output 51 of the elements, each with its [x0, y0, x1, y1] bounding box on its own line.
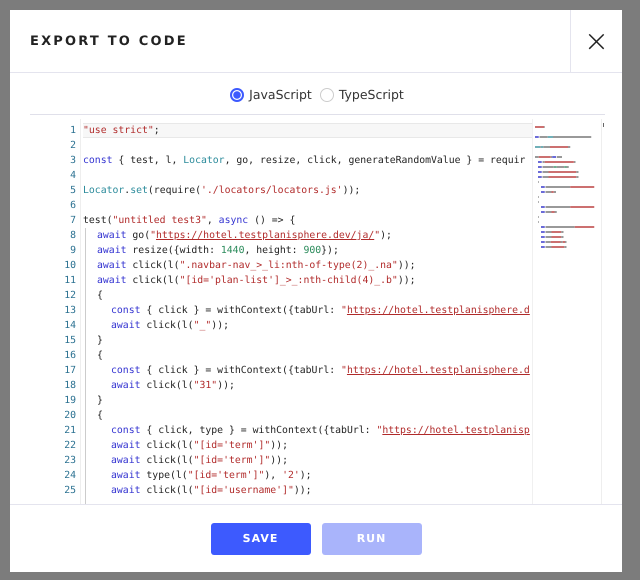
line-number: 14: [64, 319, 77, 333]
action-button[interactable]: SAVE: [210, 522, 310, 554]
line-number: 9: [70, 244, 77, 258]
line-number: 12: [64, 289, 77, 303]
line-number: 16: [64, 349, 77, 363]
line-number: 23: [64, 454, 77, 468]
code-line: await type(l("[id='term']"), '2');: [111, 469, 312, 483]
code-line: const { click } = withContext({tabUrl: "https://hotel.testplanisphere.d: [111, 304, 530, 318]
line-number: 5: [70, 184, 77, 198]
line-number: 10: [64, 259, 77, 273]
line-number: 24: [64, 469, 77, 483]
code-line: {: [97, 409, 103, 423]
line-number: 19: [64, 394, 77, 408]
code-line: await click(l("[id='username']"));: [111, 484, 312, 498]
code-line: {: [97, 289, 103, 303]
line-number: 17: [64, 364, 77, 378]
code-line: await resize({width: 1440, height: 900});: [97, 244, 339, 258]
language-radio[interactable]: JavaScript: [230, 87, 312, 102]
code-line: const { click } = withContext({tabUrl: "https://hotel.testplanisphere.d: [111, 364, 530, 378]
code-line: await click(l("[id='term']"));: [111, 439, 288, 453]
line-number: 20: [64, 409, 77, 423]
code-line: test("untitled test3", async () => {: [83, 214, 296, 228]
line-number: 1: [70, 124, 77, 138]
line-number: 2: [70, 139, 77, 153]
line-number: 22: [64, 439, 77, 453]
line-number: 13: [64, 304, 77, 318]
code-line: }: [97, 394, 103, 408]
line-number: 15: [64, 334, 77, 348]
language-radio[interactable]: TypeScript: [320, 87, 404, 102]
line-number: 4: [70, 169, 77, 183]
line-number: 21: [64, 424, 77, 438]
code-line: await click(l(".navbar-nav_>_li:nth-of-type(2)_.na"));: [97, 259, 416, 273]
line-number: 3: [70, 154, 77, 168]
line-number: 6: [70, 199, 77, 213]
code-line: await click(l("31"));: [111, 379, 235, 393]
code-line: await go("https://hotel.testplanisphere.dev/ja/");: [97, 229, 392, 243]
dialog-title: EXPORT TO CODE: [30, 34, 188, 48]
code-line: }: [97, 334, 103, 348]
line-number: 8: [70, 229, 77, 243]
code-line: Locator.set(require('./locators/locators.js'));: [83, 184, 360, 198]
line-number: 18: [64, 379, 77, 393]
code-line: "use strict";: [83, 124, 160, 137]
code-line: {: [97, 349, 103, 363]
line-number: 11: [64, 274, 77, 288]
code-line: await click(l("[id='plan-list']_>_:nth-child(4)_.b"));: [97, 274, 416, 288]
line-number: 7: [70, 214, 77, 228]
code-line: await click(l("[id='term']"));: [111, 454, 288, 468]
code-line: await click(l("_"));: [111, 319, 229, 333]
line-number: 25: [64, 484, 77, 498]
code-line: const { click, type } = withContext({tabUrl: "https://hotel.testplanisp: [111, 424, 530, 438]
code-line: const { test, l, Locator, go, resize, click, generateRandomValue } = requir: [83, 154, 526, 168]
